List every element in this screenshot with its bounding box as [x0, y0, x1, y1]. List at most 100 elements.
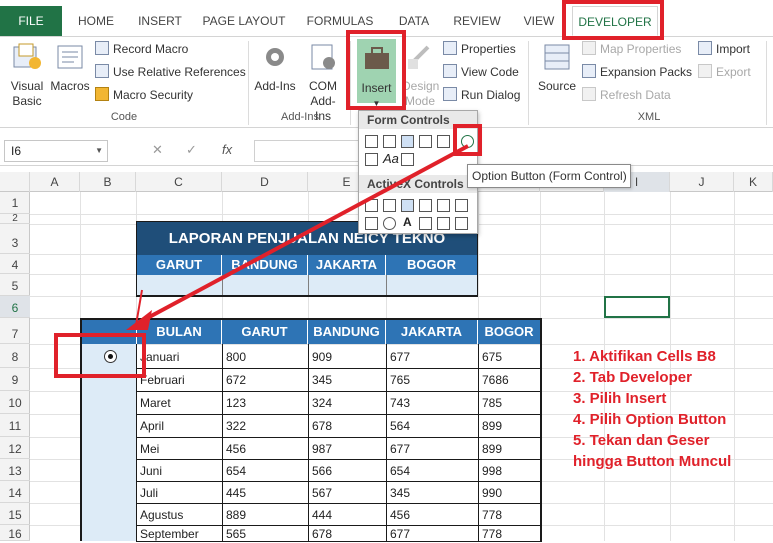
activex-button-icon[interactable] [365, 199, 378, 212]
row-header[interactable]: 4 [0, 254, 30, 274]
value-cell[interactable]: 998 [479, 459, 540, 481]
row-header[interactable]: 11 [0, 414, 30, 437]
month-cell[interactable]: Mei [137, 437, 222, 459]
add-ins-button[interactable]: Add-Ins [252, 41, 298, 94]
scroll-bar-icon[interactable] [401, 153, 414, 166]
value-cell[interactable]: 678 [309, 525, 386, 541]
row-header[interactable]: 9 [0, 368, 30, 391]
design-mode-button[interactable]: Design Mode [400, 41, 440, 109]
properties-button[interactable]: Properties [443, 39, 516, 59]
tab-page-layout[interactable]: PAGE LAYOUT [198, 6, 290, 36]
value-cell[interactable]: 456 [387, 503, 478, 525]
value-cell[interactable]: 778 [479, 525, 540, 541]
value-cell[interactable]: 444 [309, 503, 386, 525]
value-cell[interactable]: 7686 [479, 368, 540, 391]
visual-basic-button[interactable]: Visual Basic [6, 41, 48, 109]
value-cell[interactable]: 800 [223, 344, 308, 368]
column-header[interactable]: K [734, 172, 773, 192]
value-cell[interactable]: 654 [387, 459, 478, 481]
column-header[interactable]: C [136, 172, 222, 192]
row-header[interactable]: 14 [0, 481, 30, 503]
month-cell[interactable]: Juli [137, 481, 222, 503]
row-header[interactable]: 15 [0, 503, 30, 525]
tab-insert[interactable]: INSERT [130, 6, 190, 36]
row-header[interactable]: 5 [0, 274, 30, 296]
select-all-corner[interactable] [0, 172, 30, 192]
value-cell[interactable]: 677 [387, 525, 478, 541]
activex-label-icon[interactable]: A [403, 215, 412, 229]
export-button[interactable]: Export [698, 62, 751, 82]
source-button[interactable]: Source [534, 41, 580, 94]
month-cell[interactable]: Januari [137, 344, 222, 368]
month-cell[interactable]: April [137, 414, 222, 437]
map-properties-button[interactable]: Map Properties [582, 39, 681, 59]
tab-home[interactable]: HOME [70, 6, 122, 36]
month-cell[interactable]: Maret [137, 391, 222, 414]
value-cell[interactable]: 990 [479, 481, 540, 503]
value-cell[interactable]: 677 [387, 344, 478, 368]
value-cell[interactable]: 785 [479, 391, 540, 414]
label-control-icon[interactable]: Aa [383, 151, 399, 166]
cancel-icon[interactable]: ✕ [152, 142, 163, 158]
run-dialog-button[interactable]: Run Dialog [443, 85, 520, 105]
value-cell[interactable]: 445 [223, 481, 308, 503]
value-cell[interactable]: 322 [223, 414, 308, 437]
value-cell[interactable]: 778 [479, 503, 540, 525]
chevron-down-icon[interactable]: ▼ [95, 141, 103, 161]
value-cell[interactable]: 672 [223, 368, 308, 391]
value-cell[interactable]: 675 [479, 344, 540, 368]
month-cell[interactable]: September [137, 525, 222, 541]
activex-toggle-icon[interactable] [437, 217, 450, 230]
month-cell[interactable]: Agustus [137, 503, 222, 525]
row-header[interactable]: 6 [0, 296, 30, 318]
row-header[interactable]: 3 [0, 224, 30, 254]
value-cell[interactable]: 345 [309, 368, 386, 391]
insert-function-icon[interactable]: fx [222, 142, 232, 157]
value-cell[interactable]: 566 [309, 459, 386, 481]
name-box[interactable]: I6 ▼ [4, 140, 108, 162]
activex-spin-icon[interactable] [365, 217, 378, 230]
column-header[interactable]: A [30, 172, 80, 192]
column-header[interactable]: J [670, 172, 734, 192]
formula-input[interactable] [254, 140, 362, 162]
value-cell[interactable]: 677 [387, 437, 478, 459]
expansion-packs-button[interactable]: Expansion Packs [582, 62, 692, 82]
tab-view[interactable]: VIEW [516, 6, 562, 36]
macro-security-button[interactable]: Macro Security [95, 85, 193, 105]
row-header[interactable]: 13 [0, 459, 30, 481]
activex-image-icon[interactable] [419, 217, 432, 230]
tab-file[interactable]: FILE [0, 6, 62, 36]
value-cell[interactable]: 743 [387, 391, 478, 414]
check-box-icon[interactable] [401, 135, 414, 148]
enter-icon[interactable]: ✓ [186, 142, 197, 158]
month-cell[interactable]: Juni [137, 459, 222, 481]
group-box-icon[interactable] [365, 153, 378, 166]
record-macro-button[interactable]: Record Macro [95, 39, 188, 59]
spin-button-icon[interactable] [419, 135, 432, 148]
selected-cell-i6[interactable] [604, 296, 670, 318]
value-cell[interactable]: 654 [223, 459, 308, 481]
month-cell[interactable]: Februari [137, 368, 222, 391]
value-cell[interactable]: 456 [223, 437, 308, 459]
row-header[interactable]: 1 [0, 192, 30, 214]
row-header[interactable]: 10 [0, 391, 30, 414]
row-header[interactable]: 8 [0, 344, 30, 368]
view-code-button[interactable]: View Code [443, 62, 519, 82]
refresh-data-button[interactable]: Refresh Data [582, 85, 671, 105]
value-cell[interactable]: 899 [479, 414, 540, 437]
activex-list-icon[interactable] [419, 199, 432, 212]
column-header[interactable]: B [80, 172, 136, 192]
row-header[interactable]: 16 [0, 525, 30, 541]
value-cell[interactable]: 765 [387, 368, 478, 391]
activex-textbox-icon[interactable] [437, 199, 450, 212]
activex-option-icon[interactable] [383, 217, 396, 230]
macros-button[interactable]: Macros [48, 41, 92, 94]
use-relative-references-button[interactable]: Use Relative References [95, 62, 246, 82]
value-cell[interactable]: 899 [479, 437, 540, 459]
tab-review[interactable]: REVIEW [446, 6, 508, 36]
row-header[interactable]: 2 [0, 214, 30, 224]
column-header[interactable]: D [222, 172, 308, 192]
value-cell[interactable]: 564 [387, 414, 478, 437]
button-control-icon[interactable] [365, 135, 378, 148]
activex-check-icon[interactable] [401, 199, 414, 212]
